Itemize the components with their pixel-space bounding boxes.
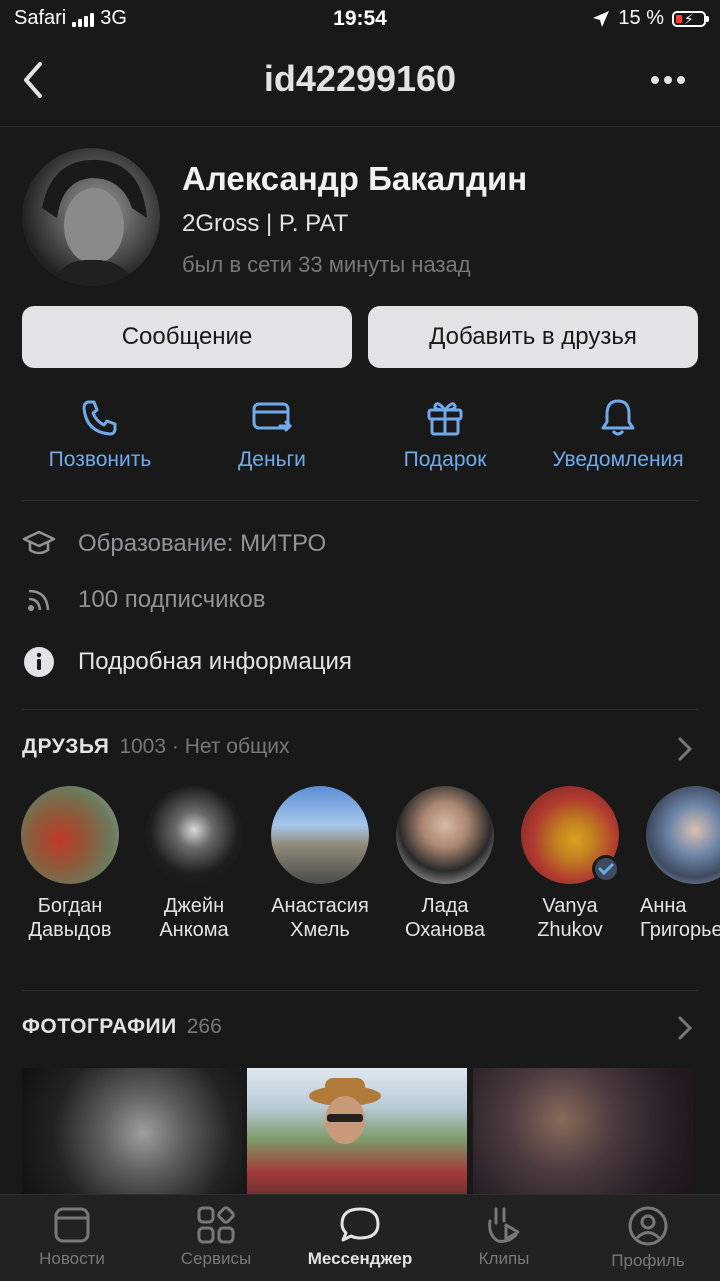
friend-item[interactable]: Vanya Zhukov — [508, 786, 632, 942]
friends-header[interactable]: ДРУЗЬЯ 1003 · Нет общих — [22, 735, 290, 759]
clips-icon — [488, 1207, 520, 1243]
friends-chevron-icon[interactable] — [677, 736, 693, 762]
money-transfer-icon — [252, 402, 293, 432]
photos-title: ФОТОГРАФИИ — [22, 1015, 177, 1038]
friend-first-name: Джейн — [163, 895, 225, 917]
education-row: Образование: МИТРО — [22, 524, 326, 564]
friend-last-name: Оханова — [405, 919, 485, 941]
messenger-icon — [340, 1207, 380, 1242]
friend-last-name: Давыдов — [28, 919, 112, 941]
divider — [22, 709, 698, 710]
rss-icon — [22, 583, 56, 617]
followers-row[interactable]: 100 подписчиков — [22, 580, 265, 620]
photos-count: 266 — [186, 1015, 222, 1038]
phone-icon — [82, 400, 117, 436]
friend-item[interactable]: АннаГригорьева — [632, 786, 720, 942]
photos-header[interactable]: ФОТОГРАФИИ 266 — [22, 1015, 222, 1039]
message-button[interactable]: Сообщение — [22, 306, 352, 368]
friend-avatar — [396, 786, 494, 884]
battery-percent: 15 % — [618, 7, 664, 29]
friend-first-name: Vanya — [542, 895, 598, 917]
money-label: Деньги — [238, 448, 306, 471]
details-text: Подробная информация — [78, 648, 352, 675]
money-action[interactable]: Деньги — [186, 396, 358, 472]
friends-count: 1003 · Нет общих — [119, 735, 290, 758]
followers-text: 100 подписчиков — [78, 586, 266, 613]
profile-name: Александр Бакалдин — [182, 160, 528, 197]
tab-clips[interactable]: Клипы — [432, 1195, 576, 1269]
friend-avatar — [646, 786, 720, 884]
battery-icon: ⚡ — [672, 10, 709, 27]
bell-icon — [601, 399, 635, 436]
friend-avatar — [145, 786, 243, 884]
profile-icon — [628, 1206, 668, 1246]
tab-services[interactable]: Сервисы — [144, 1195, 288, 1269]
tab-messenger[interactable]: Мессенджер — [288, 1195, 432, 1269]
tab-services-label: Сервисы — [180, 1249, 252, 1268]
details-row[interactable]: Подробная информация — [22, 642, 352, 682]
friend-avatar — [271, 786, 369, 884]
friend-first-name: Богдан — [37, 895, 103, 917]
navigation-header: id42299160 — [0, 40, 720, 127]
services-icon — [197, 1206, 235, 1244]
add-friend-button[interactable]: Добавить в друзья — [368, 306, 698, 368]
friend-item[interactable]: Богдан Давыдов — [8, 786, 132, 942]
profile-status: 2Gross | P. PAT — [182, 210, 349, 237]
photo-thumbnail[interactable] — [22, 1068, 242, 1198]
gift-icon — [427, 402, 463, 436]
education-text: Образование: МИТРО — [78, 530, 327, 557]
more-options-icon[interactable] — [650, 70, 686, 90]
gift-action[interactable]: Подарок — [359, 396, 531, 472]
gift-label: Подарок — [403, 448, 487, 471]
tab-news[interactable]: Новости — [0, 1195, 144, 1269]
friend-first-name: Анна — [640, 895, 687, 917]
last-seen-text: был в сети 33 минуты назад — [182, 252, 471, 277]
friend-first-name: Лада — [421, 895, 469, 917]
photos-chevron-icon[interactable] — [677, 1015, 693, 1041]
bottom-tab-bar: Новости Сервисы Мессенджер Клипы Профиль — [0, 1194, 720, 1281]
photo-thumbnail[interactable] — [247, 1068, 467, 1198]
notifications-action[interactable]: Уведомления — [532, 396, 704, 472]
photo-thumbnail[interactable] — [473, 1068, 693, 1198]
friend-avatar — [521, 786, 620, 884]
tab-news-label: Новости — [39, 1249, 105, 1268]
friends-title: ДРУЗЬЯ — [22, 735, 110, 758]
info-icon — [22, 645, 56, 679]
friend-last-name: Zhukov — [537, 919, 603, 941]
notifications-label: Уведомления — [552, 448, 684, 471]
divider — [22, 990, 698, 991]
call-label: Позвонить — [48, 448, 152, 471]
friend-item[interactable]: Анастасия Хмель — [258, 786, 382, 942]
tab-clips-label: Клипы — [478, 1249, 530, 1268]
friend-last-name: Анкома — [159, 919, 229, 941]
friend-item[interactable]: Лада Оханова — [383, 786, 507, 942]
status-bar: Safari 3G 19:54 15 % ⚡ — [0, 0, 720, 40]
verified-badge-icon — [592, 855, 620, 883]
friend-last-name: Григорьева — [640, 919, 720, 941]
profile-avatar[interactable] — [22, 148, 160, 286]
friend-first-name: Анастасия — [271, 895, 369, 917]
news-icon — [54, 1207, 90, 1243]
friend-item[interactable]: Джейн Анкома — [132, 786, 256, 942]
graduation-cap-icon — [22, 527, 56, 561]
tab-profile[interactable]: Профиль — [576, 1195, 720, 1271]
friend-avatar — [21, 786, 119, 884]
friend-last-name: Хмель — [290, 919, 350, 941]
page-title: id42299160 — [263, 58, 457, 99]
call-action[interactable]: Позвонить — [14, 396, 186, 472]
location-arrow-icon — [593, 10, 610, 27]
tab-messenger-label: Мессенджер — [307, 1249, 413, 1268]
divider — [22, 500, 698, 501]
tab-profile-label: Профиль — [611, 1251, 685, 1270]
